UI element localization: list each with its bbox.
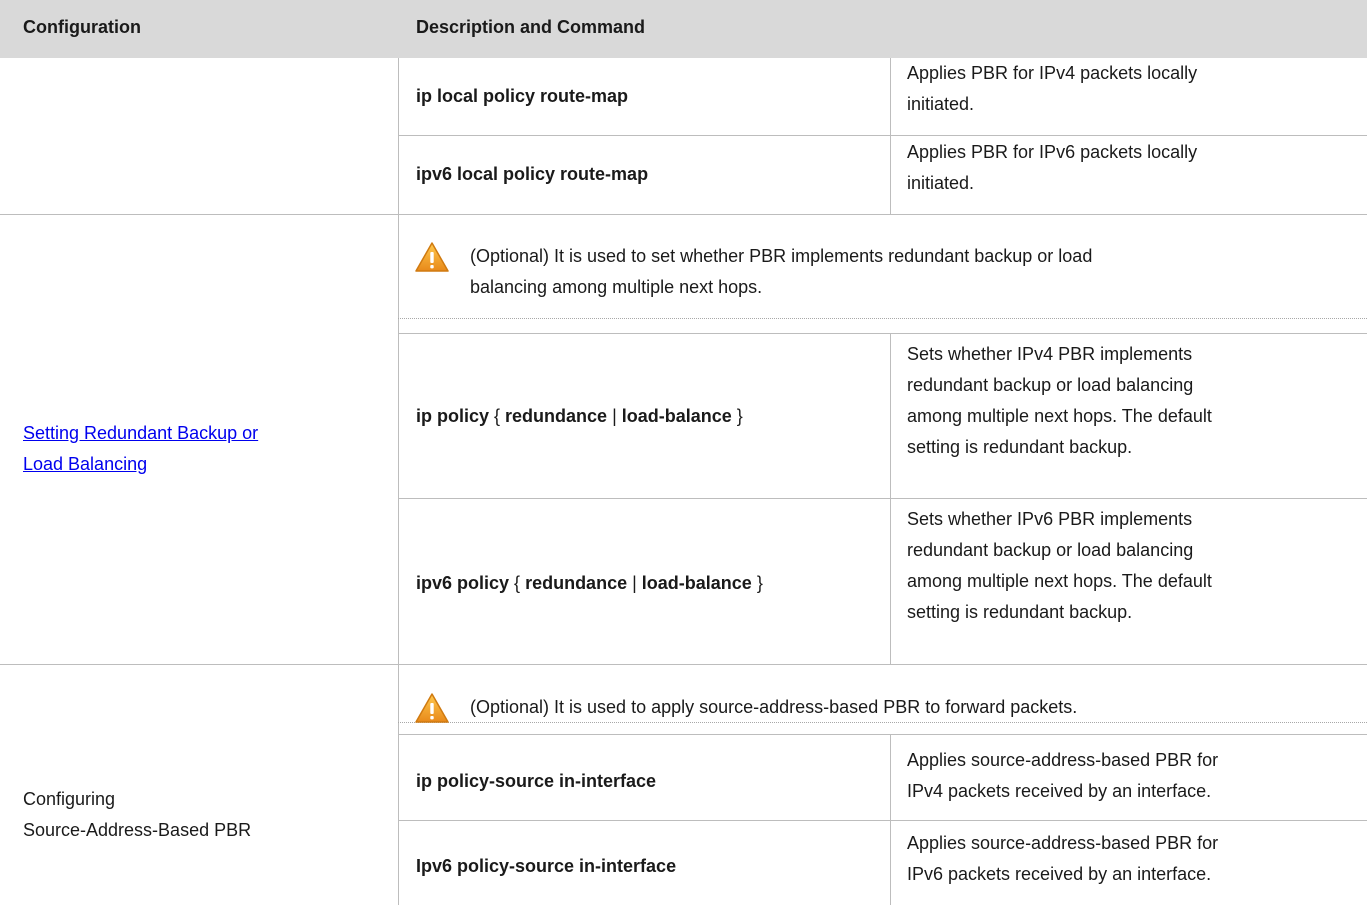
command-ipv6-local-policy: ipv6 local policy route-map (416, 164, 649, 184)
command-ipv6-policy: ipv6 policy { redundance | load-balance … (416, 573, 763, 593)
row-separator-2 (0, 664, 1367, 665)
row3-cmd-sep (398, 820, 1367, 821)
header-description-command: Description and Command (416, 17, 646, 37)
table-header (0, 0, 1367, 58)
row2-cmd-sep (398, 498, 1367, 499)
warning-icon (415, 693, 449, 723)
note-source-address-pbr: (Optional) It is used to apply source-ad… (470, 697, 1078, 717)
link-setting-redundant-backup[interactable]: Setting Redundant Backup or Load Balanci… (23, 418, 258, 480)
inner-divider-row1 (890, 58, 891, 214)
inner-divider-row2 (890, 334, 891, 664)
warning-icon (415, 242, 449, 272)
desc-ipv6-policy: Sets whether IPv6 PBR implements redunda… (907, 509, 1212, 622)
row2-note-dotted (398, 318, 1367, 319)
note-redundant-backup: (Optional) It is used to set whether PBR… (470, 246, 1093, 297)
desc-ip-policy: Sets whether IPv4 PBR implements redunda… (907, 344, 1212, 457)
desc-ip-local-policy: Applies PBR for IPv4 packets locally ini… (907, 63, 1198, 114)
row3-note-sep (398, 734, 1367, 735)
row2-note-sep (398, 333, 1367, 334)
column-divider (398, 58, 399, 905)
command-ip-policy-source: ip policy-source in-interface (416, 771, 657, 791)
command-ip-local-policy: ip local policy route-map (416, 86, 629, 106)
row1-sep (398, 135, 1367, 136)
command-ipv6-policy-source: Ipv6 policy-source in-interface (416, 856, 677, 876)
command-ip-policy: ip policy { redundance | load-balance } (416, 406, 743, 426)
header-configuration: Configuration (23, 17, 141, 37)
config-source-address-pbr: Configuring Source-Address-Based PBR (23, 789, 252, 840)
desc-ipv6-local-policy: Applies PBR for IPv6 packets locally ini… (907, 142, 1198, 193)
row-separator-1 (0, 214, 1367, 215)
desc-ip-policy-source: Applies source-address-based PBR for IPv… (907, 750, 1219, 801)
desc-ipv6-policy-source: Applies source-address-based PBR for IPv… (907, 833, 1219, 884)
